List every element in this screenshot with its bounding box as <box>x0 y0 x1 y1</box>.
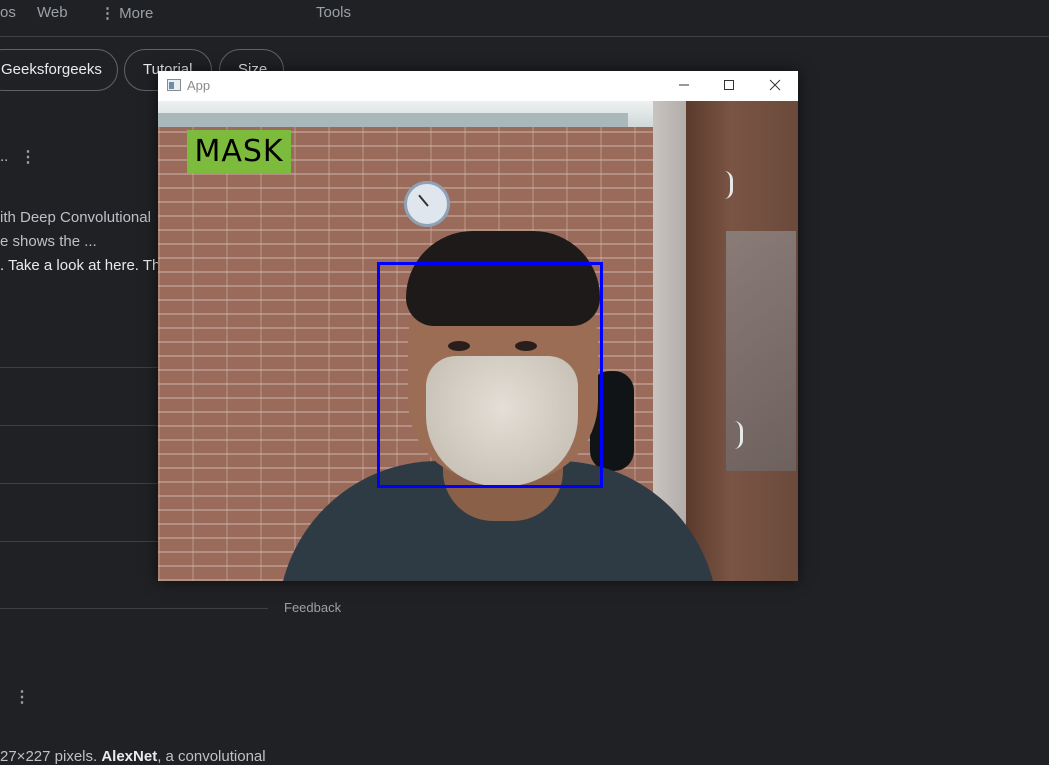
divider <box>0 367 160 368</box>
filter-chip-geeksforgeeks[interactable]: Geeksforgeeks <box>0 49 118 91</box>
result-snippet-line: ith Deep Convolutional <box>0 209 151 226</box>
window-title: App <box>187 78 211 93</box>
mask-detection-label: MASK <box>187 130 291 173</box>
result-menu-icon[interactable]: ⋮ <box>20 150 36 166</box>
vertical-dots-icon: ⋮ <box>100 5 115 22</box>
result-snippet-bottom: 27×227 pixels. AlexNet, a convolutional <box>0 748 266 765</box>
webcam-feed: MASK <box>158 101 798 581</box>
result-ellipsis: .. <box>0 148 9 165</box>
wall-clock <box>404 181 450 227</box>
snippet-suffix: , a convolutional <box>157 748 266 765</box>
close-icon <box>769 79 781 91</box>
divider <box>0 608 268 609</box>
window-titlebar[interactable]: App <box>158 71 798 101</box>
app-window: App MASK <box>158 71 798 581</box>
divider <box>0 483 160 484</box>
minimize-button[interactable] <box>661 71 707 101</box>
nav-more-label: More <box>119 5 154 22</box>
nav-images-tab[interactable]: os <box>0 4 16 21</box>
snippet-bold: AlexNet <box>101 748 158 765</box>
result-snippet-line: e shows the ... <box>0 233 97 250</box>
result-snippet-line: . Take a look at here. Th <box>0 257 161 274</box>
feedback-link[interactable]: Feedback <box>284 600 341 615</box>
ceiling-trim <box>158 113 628 127</box>
nav-web-tab[interactable]: Web <box>37 4 68 21</box>
chip-label: Geeksforgeeks <box>1 61 102 78</box>
maximize-button[interactable] <box>706 71 752 101</box>
nav-tools-button[interactable]: Tools <box>316 4 351 21</box>
app-window-icon <box>167 79 181 91</box>
minimize-icon <box>679 84 689 86</box>
maximize-icon <box>724 80 734 90</box>
close-button[interactable] <box>752 71 798 101</box>
nav-more-tab[interactable]: ⋮ More <box>100 4 153 22</box>
search-nav-bar: os Web ⋮ More Tools <box>0 0 1049 37</box>
face-detection-box <box>377 262 603 488</box>
result-menu-icon[interactable]: ⋮ <box>14 690 30 706</box>
divider <box>0 425 160 426</box>
snippet-prefix: 27×227 pixels. <box>0 748 102 765</box>
divider <box>0 541 160 542</box>
